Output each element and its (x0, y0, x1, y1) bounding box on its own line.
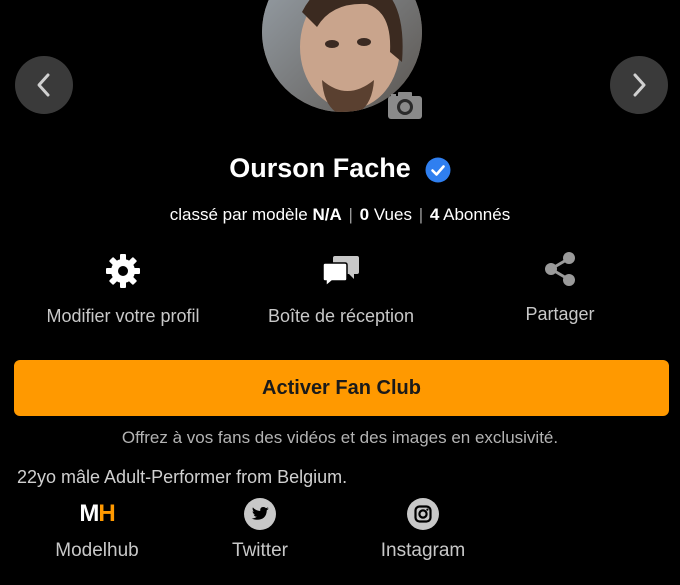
change-photo-button[interactable] (387, 90, 423, 120)
views-value: 0 (359, 205, 370, 224)
share-label: Partager (525, 304, 595, 324)
twitter-label: Twitter (232, 540, 288, 561)
instagram-link[interactable]: Instagram (363, 496, 483, 562)
chevron-left-icon (37, 73, 50, 97)
previous-button[interactable] (15, 56, 73, 114)
subscribers-label: Abonnés (443, 205, 511, 224)
chevron-right-icon (633, 73, 646, 97)
share-action[interactable]: Partager (450, 248, 670, 325)
profile-header: Ourson Fache (0, 148, 680, 188)
instagram-icon (407, 498, 439, 530)
modelhub-logo: MH (79, 500, 115, 527)
activate-fan-club-button[interactable]: Activer Fan Club (14, 360, 669, 416)
profile-name: Ourson Fache (229, 152, 411, 183)
instagram-label: Instagram (380, 540, 466, 561)
gear-icon (106, 254, 140, 288)
share-icon (545, 252, 575, 286)
modelhub-label: Modelhub (55, 540, 139, 561)
views-label: Vues (373, 205, 412, 224)
modelhub-link[interactable]: MH Modelhub (47, 496, 147, 562)
camera-icon (388, 92, 422, 119)
chat-bubbles-icon (322, 256, 359, 288)
subscribers-value: 4 (429, 205, 440, 224)
inbox-action[interactable]: Boîte de réception (231, 250, 451, 327)
next-button[interactable] (610, 56, 668, 114)
twitter-link[interactable]: Twitter (210, 496, 310, 562)
rank-label: classé par modèle (169, 205, 308, 224)
edit-profile-label: Modifier votre profil (46, 306, 200, 326)
profile-bio: 22yo mâle Adult-Performer from Belgium. (17, 467, 348, 487)
fan-club-description: Offrez à vos fans des vidéos et des imag… (121, 428, 559, 447)
edit-profile-action[interactable]: Modifier votre profil (13, 250, 233, 327)
inbox-label: Boîte de réception (267, 306, 415, 326)
twitter-icon (244, 498, 276, 530)
profile-stats: classé par modèle N/A | 0 Vues | 4 Abonn… (169, 205, 511, 224)
verified-check-icon (425, 157, 451, 183)
rank-value: N/A (312, 205, 342, 224)
